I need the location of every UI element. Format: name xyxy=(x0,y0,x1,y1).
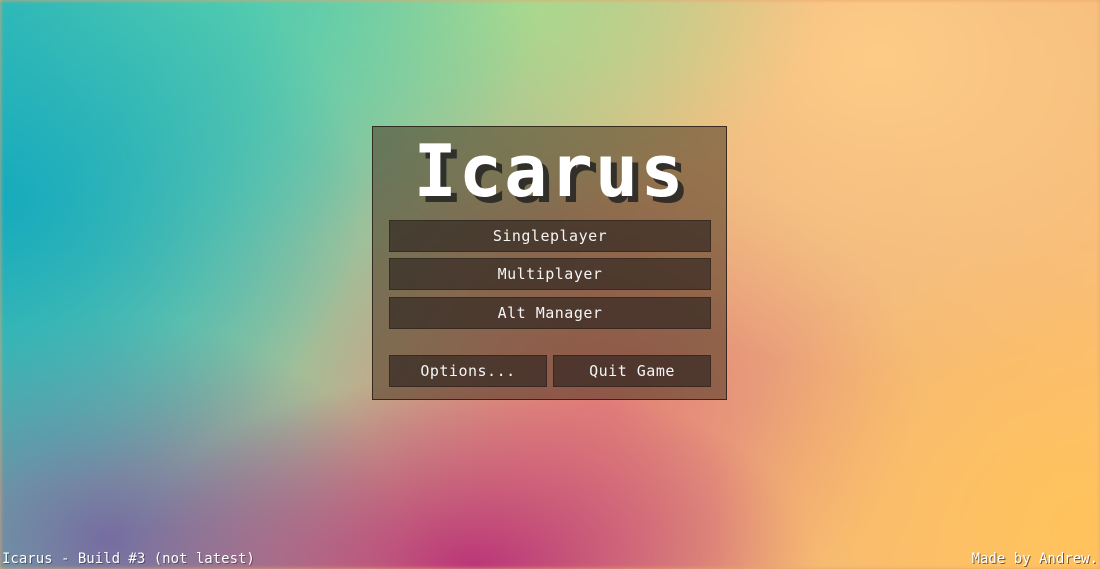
alt-manager-label: Alt Manager xyxy=(497,304,603,322)
multiplayer-label: Multiplayer xyxy=(497,265,603,283)
credit-text: Made by Andrew. xyxy=(971,551,1098,567)
quit-game-label: Quit Game xyxy=(589,362,675,380)
alt-manager-button[interactable]: Alt Manager xyxy=(389,297,711,329)
quit-game-button[interactable]: Quit Game xyxy=(553,355,711,387)
options-button[interactable]: Options... xyxy=(389,355,547,387)
main-menu-panel: Icarus Singleplayer Multiplayer Alt Mana… xyxy=(372,126,727,400)
app-title: Icarus xyxy=(413,129,686,213)
singleplayer-button[interactable]: Singleplayer xyxy=(389,220,711,252)
singleplayer-label: Singleplayer xyxy=(492,227,608,245)
options-label: Options... xyxy=(420,362,516,380)
build-info: Icarus - Build #3 (not latest) xyxy=(2,551,255,567)
multiplayer-button[interactable]: Multiplayer xyxy=(389,258,711,290)
